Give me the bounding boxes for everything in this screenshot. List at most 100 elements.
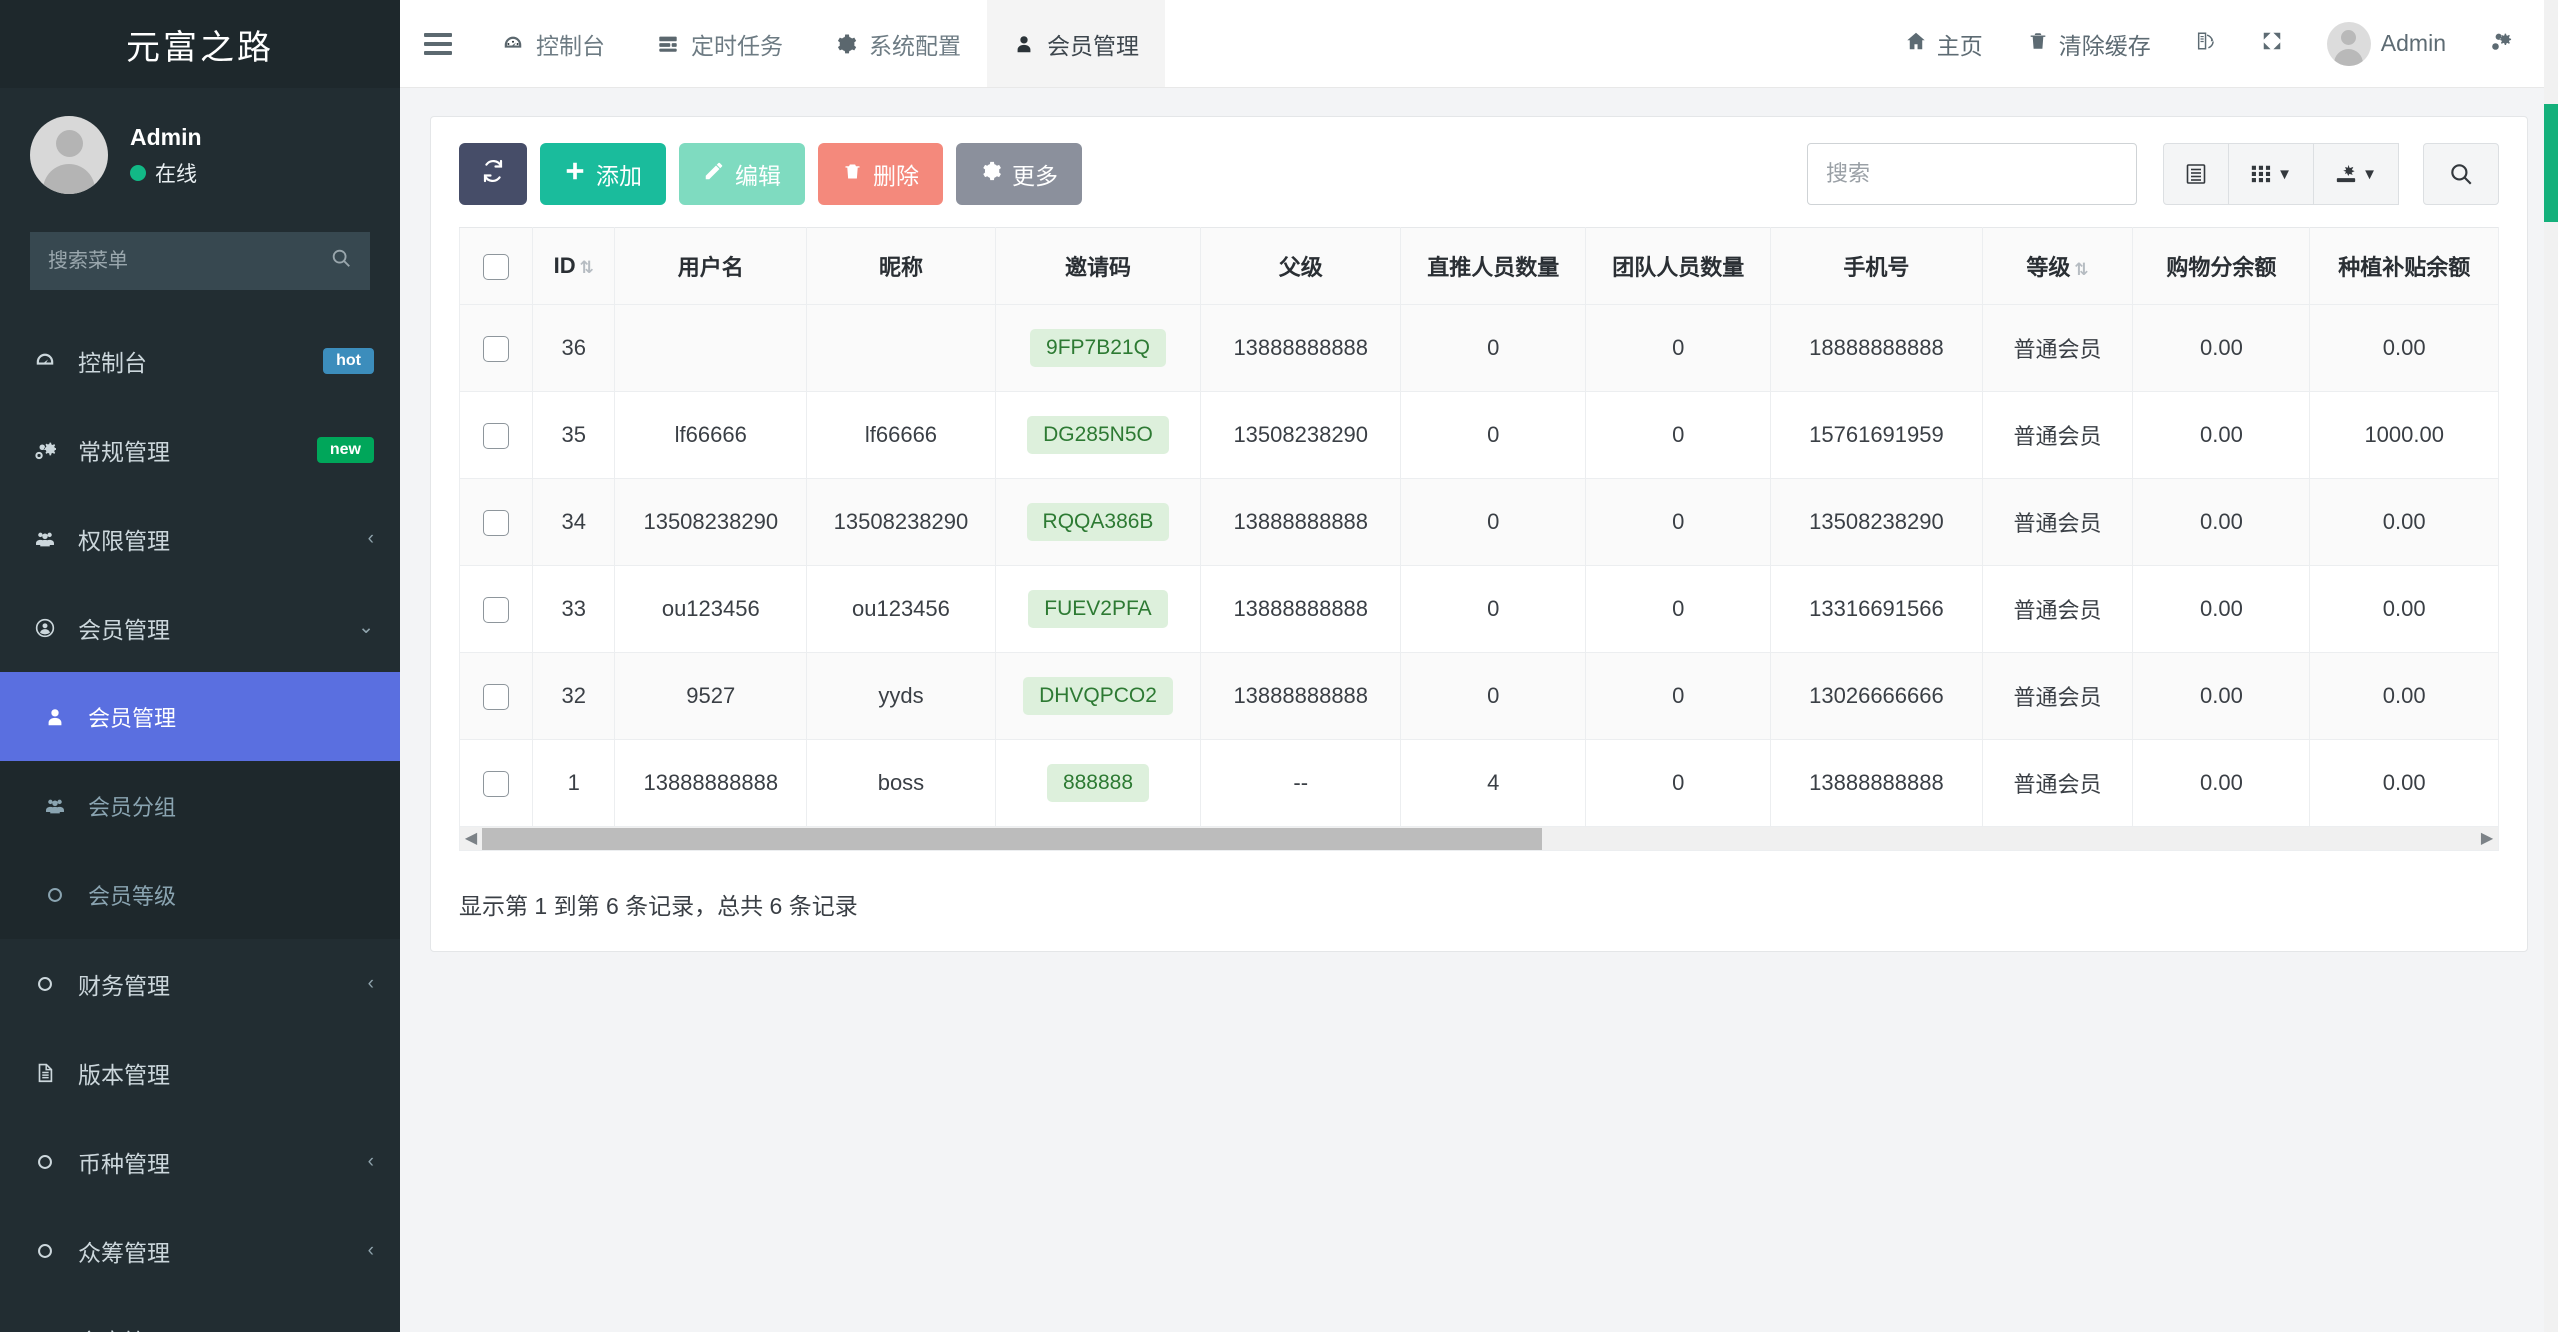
topbar-action-0[interactable]: 主页 [1883,0,2005,88]
add-button[interactable]: 添加 [540,143,666,205]
table-row[interactable]: 1 13888888888 boss 888888 -- 4 0 13888888888 普通会… [458,739,2499,827]
table-row[interactable]: 32 9527 yyds DHVQPCO2 13888888888 0 0 130266666… [458,652,2499,740]
cell-nickname: lf66666 [806,391,996,479]
table-header-label: 直推人员数量 [1427,255,1560,280]
sidebar-item-2[interactable]: 权限管理 ‹ [0,494,400,583]
cell-team_count: 0 [1585,304,1772,392]
export-icon[interactable]: ▼ [2313,143,2399,205]
topbar-tabs: 控制台 定时任务 系统配置 会员管理 [476,0,1165,87]
row-checkbox[interactable] [483,596,510,623]
topbar-action-1[interactable]: 清除缓存 [2005,0,2173,88]
scrollbar-thumb[interactable] [482,827,1542,850]
cell-parent: -- [1200,739,1402,827]
tab-2[interactable]: 系统配置 [809,0,987,87]
sidebar-item-11[interactable]: 文章管理 [0,1295,400,1332]
search-button[interactable] [2423,143,2499,205]
hamburger-icon[interactable] [400,0,476,87]
sidebar-item-4[interactable]: 会员管理 [0,672,400,761]
table-header-level[interactable]: 等级 ⇅ [1981,227,2134,305]
toolbar-right: ▼ ▼ [1807,143,2499,205]
cell-shop_points: 0.00 [2132,739,2311,827]
row-checkbox[interactable] [483,683,510,710]
sidebar-item-5[interactable]: 会员分组 [0,761,400,850]
user-icon [36,706,74,728]
table-row[interactable]: 36 9FP7B21Q 13888888888 0 0 18888888888 普通会员 0.… [458,304,2499,392]
user-meta: Admin 在线 [130,122,202,188]
horizontal-scrollbar[interactable]: ◀ ▶ [459,827,2499,851]
tab-1[interactable]: 定时任务 [631,0,809,87]
cell-nickname [806,304,996,392]
tab-0[interactable]: 控制台 [476,0,631,87]
row-checkbox[interactable] [483,335,510,362]
search-input[interactable] [1807,143,2137,205]
plus-icon [564,160,586,188]
users-icon [36,795,74,817]
search-icon[interactable] [330,247,352,275]
cell-phone: 13508238290 [1770,478,1983,566]
scrollbar-track[interactable] [1542,827,2476,850]
list-view-icon[interactable] [2163,143,2229,205]
sidebar-item-label: 币种管理 [78,1150,170,1177]
profile-menu[interactable]: Admin [2305,0,2468,88]
columns-grid-icon[interactable]: ▼ [2228,143,2314,205]
delete-button[interactable]: 删除 [818,143,943,205]
sidebar-item-7[interactable]: 财务管理 ‹ [0,939,400,1028]
cell-invite_code: RQQA386B [994,478,1202,566]
cell-team_count: 0 [1585,391,1772,479]
edit-button[interactable]: 编辑 [679,143,805,205]
brand-header[interactable]: 元富之路 [0,0,400,88]
circle-icon [26,1240,64,1262]
more-button[interactable]: 更多 [956,143,1082,205]
chevron-down-icon: ▼ [2362,165,2377,183]
sidebar-badge: new [316,436,374,463]
gear-icon [835,33,857,55]
language-icon [2195,30,2217,58]
topbar-action-2[interactable] [2173,0,2239,88]
cell-id: 34 [532,478,616,566]
cell-shop_points: 0.00 [2132,304,2311,392]
sidebar-nav: 控制台 hot 常规管理 new 权限管理 ‹ 会员管理 ⌄ 会员管理 会员分组 会员等级 财务管理 ‹… [0,316,400,1332]
menu-search-input[interactable] [48,249,330,273]
sidebar-item-1[interactable]: 常规管理 new [0,405,400,494]
sidebar-item-10[interactable]: 众筹管理 ‹ [0,1206,400,1295]
cell-shop_points: 0.00 [2132,391,2311,479]
table-header-row: ID ⇅ 用户名 昵称 邀请码 父级 直推人员数量 团队人员数量 手机号 等级 ⇅ 购物分余额 种植补贴… [458,227,2499,305]
sidebar-item-6[interactable]: 会员等级 [0,850,400,939]
sidebar-search[interactable] [30,232,370,290]
sidebar-user-panel: Admin 在线 [0,88,400,222]
cell-id: 36 [532,304,616,392]
scroll-right-arrow-icon[interactable]: ▶ [2476,830,2498,847]
row-checkbox[interactable] [483,422,510,449]
scroll-left-arrow-icon[interactable]: ◀ [460,830,482,847]
invite-code-tag: RQQA386B [1026,503,1170,541]
invite-code-tag: 9FP7B21Q [1030,329,1166,367]
topbar-action-3[interactable] [2239,0,2305,88]
refresh-button[interactable] [459,143,527,205]
gears-icon [26,439,64,461]
page-scrollbar-thumb[interactable] [2544,104,2558,222]
tab-3[interactable]: 会员管理 [987,0,1165,87]
refresh-icon [481,159,505,189]
table-row[interactable]: 35 lf66666 lf66666 DG285N5O 13508238290 0 0 157… [458,391,2499,479]
page-scrollbar[interactable] [2544,0,2558,1332]
cell-username: lf66666 [614,391,808,479]
table-row[interactable]: 33 ou123456 ou123456 FUEV2PFA 13888888888 0 0 1… [458,565,2499,653]
settings-button[interactable] [2468,0,2534,88]
sidebar-item-9[interactable]: 币种管理 ‹ [0,1117,400,1206]
table-body: 36 9FP7B21Q 13888888888 0 0 18888888888 普通会员 0.… [458,304,2499,827]
cell-team_count: 0 [1585,652,1772,740]
sort-icon[interactable]: ⇅ [580,258,594,277]
cell-level: 普通会员 [1981,478,2134,566]
cell-plant_subsidy: 0.00 [2309,739,2499,827]
row-checkbox[interactable] [483,770,510,797]
select-all-checkbox[interactable] [483,253,510,280]
cell-plant_subsidy: 0.00 [2309,565,2499,653]
sort-icon[interactable]: ⇅ [2074,260,2088,279]
table-header-username: 用户名 [614,227,808,305]
table-row[interactable]: 34 13508238290 13508238290 RQQA386B 13888888… [458,478,2499,566]
sidebar-item-0[interactable]: 控制台 hot [0,316,400,405]
table-header-id[interactable]: ID ⇅ [532,227,616,305]
sidebar-item-3[interactable]: 会员管理 ⌄ [0,583,400,672]
row-checkbox[interactable] [483,509,510,536]
sidebar-item-8[interactable]: 版本管理 [0,1028,400,1117]
